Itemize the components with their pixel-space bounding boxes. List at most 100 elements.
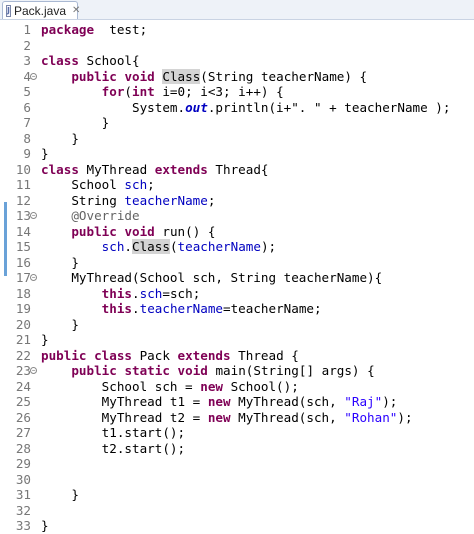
code-line[interactable]: 29 (0, 456, 474, 472)
code-line[interactable]: 17− MyThread(School sch, String teacherN… (0, 270, 474, 286)
code-token: t1.start(); (41, 425, 186, 440)
code-token: =teacherName; (223, 301, 322, 316)
line-number: 18 (15, 285, 31, 301)
code-token: MyThread(School sch, String teacherName)… (41, 270, 383, 285)
code-line[interactable]: 14 public void run() { (0, 224, 474, 240)
code-text: MyThread t2 = new MyThread(sch, "Rohan")… (41, 410, 413, 426)
code-text: System.out.println(i+". " + teacherName … (41, 100, 450, 116)
code-token: public (71, 223, 117, 239)
code-token: extends (154, 161, 208, 177)
code-line[interactable]: 33} (0, 518, 474, 534)
code-text: } (41, 146, 49, 162)
code-line[interactable]: 20 } (0, 317, 474, 333)
close-icon[interactable]: ✕ (72, 5, 80, 16)
code-token: . (124, 239, 133, 254)
code-text: } (41, 518, 49, 534)
code-line[interactable]: 16 } (0, 255, 474, 271)
tab-pack-java[interactable]: J Pack.java ✕ (2, 1, 80, 19)
code-token: run() { (154, 223, 216, 239)
code-area[interactable]: 1 package test; 2 3 class School{4− public v… (0, 22, 474, 534)
code-line[interactable]: 12 String teacherName; (0, 193, 474, 209)
code-token: teacherName (177, 239, 261, 254)
code-text: } (41, 115, 110, 131)
line-number: 32 (15, 502, 31, 518)
code-line[interactable]: 1 package test; (0, 22, 474, 38)
fold-toggle-icon[interactable]: − (30, 72, 37, 80)
code-line[interactable]: 26 MyThread t2 = new MyThread(sch, "Roha… (0, 410, 474, 426)
code-token: sch (139, 285, 163, 301)
code-line[interactable]: 18 this.sch=sch; (0, 286, 474, 302)
code-line[interactable]: 24 School sch = new School(); (0, 379, 474, 395)
code-line[interactable]: 28 t2.start(); (0, 441, 474, 457)
code-token: Pack (132, 347, 178, 363)
code-token: main(String[] args) { (207, 363, 375, 378)
fold-toggle-icon[interactable]: − (30, 212, 37, 219)
code-token: MyThread (78, 161, 155, 177)
code-token: extends (177, 347, 231, 363)
fold-toggle-icon[interactable]: − (30, 274, 37, 281)
code-line[interactable]: 27 t1.start(); (0, 425, 474, 441)
code-line[interactable]: 3 class School{ (0, 53, 474, 69)
fold-toggle-icon[interactable]: − (30, 367, 37, 374)
code-text: } (41, 332, 49, 348)
code-line[interactable]: 13− @Override (0, 208, 474, 224)
code-token: ); (260, 239, 277, 254)
code-line[interactable]: 2 (0, 38, 474, 54)
code-line[interactable]: 19 this.teacherName=teacherName; (0, 301, 474, 317)
code-line[interactable]: 22 public class Pack extends Thread { (0, 348, 474, 364)
code-text: } (41, 131, 79, 147)
code-line[interactable]: 31 } (0, 487, 474, 503)
code-line[interactable]: 30 (0, 472, 474, 488)
code-text: School sch = new School(); (41, 379, 299, 395)
code-text: MyThread(School sch, String teacherName)… (41, 270, 382, 286)
code-line[interactable]: 11 School sch; (0, 177, 474, 193)
code-editor[interactable]: 1 package test; 2 3 class School{4− public v… (0, 20, 474, 533)
code-token: out (185, 99, 208, 115)
code-token: Class (132, 239, 170, 254)
code-line[interactable]: 8 } (0, 131, 474, 147)
line-number: 17 (15, 270, 31, 285)
code-line[interactable]: 21} (0, 332, 474, 348)
code-token: teacherName (124, 192, 208, 208)
tab-title: Pack.java (13, 3, 67, 18)
line-number: 8 (23, 130, 31, 146)
code-token: public (71, 363, 117, 378)
code-line[interactable]: 15 sch.Class(teacherName); (0, 239, 474, 255)
code-token: MyThread t1 = (41, 394, 208, 409)
code-line[interactable]: 6 System.out.println(i+". " + teacherNam… (0, 100, 474, 116)
code-token: . (132, 285, 140, 301)
code-line[interactable]: 9} (0, 146, 474, 162)
line-number: 31 (15, 487, 31, 502)
line-number: 2 (23, 37, 31, 53)
line-number: 29 (15, 456, 31, 471)
code-line[interactable]: 23− public static void main(String[] arg… (0, 363, 474, 379)
code-token: School sch = (41, 378, 201, 394)
line-number: 25 (15, 394, 31, 409)
code-token: void (177, 363, 208, 378)
code-token: } (41, 254, 79, 270)
code-text: sch.Class(teacherName); (41, 239, 276, 255)
code-line[interactable]: 5 for(int i=0; i<3; i++) { (0, 84, 474, 100)
code-token: "Rohan" (344, 409, 398, 425)
code-line[interactable]: 32 (0, 503, 474, 519)
code-token: System. (41, 99, 186, 115)
code-token: ( (124, 84, 133, 99)
code-token: School (41, 177, 125, 192)
code-text: t1.start(); (41, 425, 185, 441)
code-token: sch (124, 177, 148, 192)
code-line[interactable]: 25 MyThread t1 = new MyThread(sch, "Raj"… (0, 394, 474, 410)
code-line[interactable]: 4− public void Class(String teacherName)… (0, 68, 474, 85)
code-text: } (41, 317, 79, 333)
code-token: } (41, 332, 49, 347)
code-token: ); (382, 394, 398, 409)
code-line[interactable]: 7 } (0, 115, 474, 131)
code-token: } (41, 518, 49, 533)
code-line[interactable]: 10 class MyThread extends Thread{ (0, 162, 474, 178)
code-token: School(); (222, 378, 299, 394)
